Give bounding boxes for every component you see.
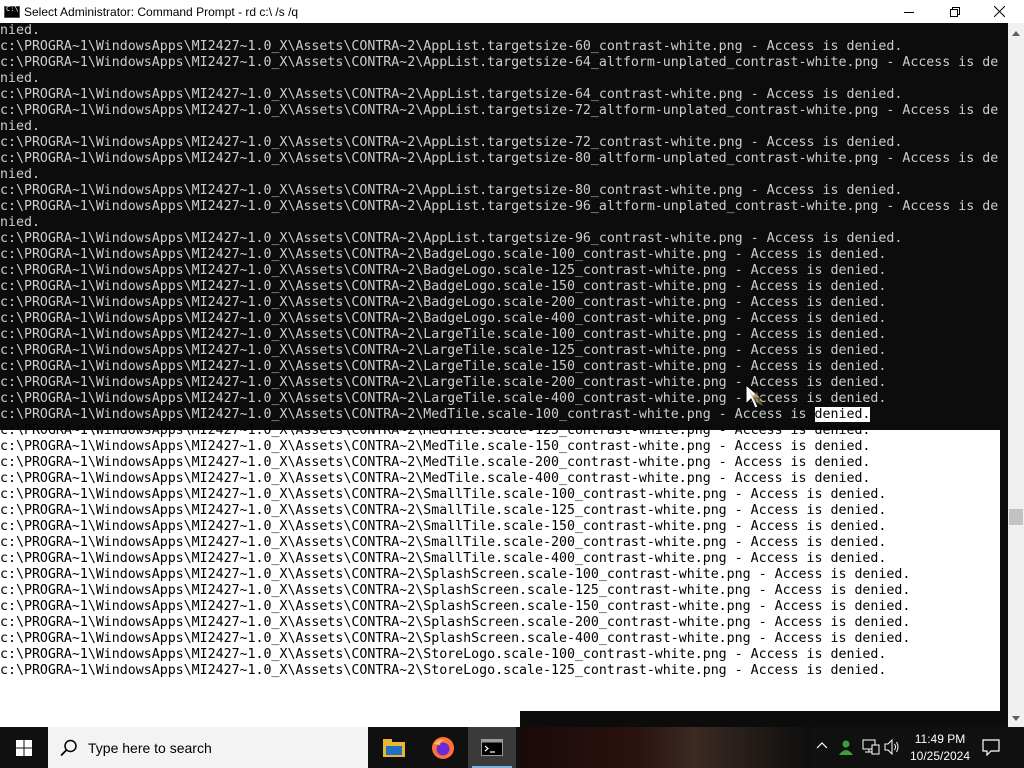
close-icon	[993, 6, 1005, 17]
console-line: nied.	[0, 167, 40, 182]
selected-console-line: c:\PROGRA~1\WindowsApps\MI2427~1.0_X\Ass…	[0, 647, 887, 662]
scroll-up-icon[interactable]	[1012, 31, 1020, 36]
command-prompt-icon	[481, 739, 503, 756]
chevron-up-icon[interactable]	[816, 741, 828, 749]
console-line: c:\PROGRA~1\WindowsApps\MI2427~1.0_X\Ass…	[0, 263, 887, 278]
user-status-icon[interactable]	[838, 739, 854, 755]
taskbar-file-explorer[interactable]	[370, 727, 418, 768]
taskbar-search-box[interactable]: Type here to search	[48, 727, 368, 768]
text-selection	[0, 703, 520, 727]
console-line: c:\PROGRA~1\WindowsApps\MI2427~1.0_X\Ass…	[0, 407, 1008, 423]
selected-console-line: c:\PROGRA~1\WindowsApps\MI2427~1.0_X\Ass…	[0, 519, 887, 534]
console-line: c:\PROGRA~1\WindowsApps\MI2427~1.0_X\Ass…	[0, 199, 999, 214]
console-line: c:\PROGRA~1\WindowsApps\MI2427~1.0_X\Ass…	[0, 279, 887, 294]
console-line: nied.	[0, 71, 40, 86]
selected-console-line: c:\PROGRA~1\WindowsApps\MI2427~1.0_X\Ass…	[0, 615, 911, 630]
console-line: c:\PROGRA~1\WindowsApps\MI2427~1.0_X\Ass…	[0, 231, 903, 246]
restore-icon	[950, 6, 960, 17]
selected-console-line: c:\PROGRA~1\WindowsApps\MI2427~1.0_X\Ass…	[0, 455, 871, 470]
console-line: nied.	[0, 215, 40, 230]
minimize-icon	[904, 11, 914, 13]
window-title: Select Administrator: Command Prompt - r…	[24, 4, 299, 19]
selected-console-line: c:\PROGRA~1\WindowsApps\MI2427~1.0_X\Ass…	[0, 471, 871, 486]
minimize-button[interactable]	[886, 0, 932, 23]
taskbar-command-prompt[interactable]	[468, 727, 516, 768]
console-line: c:\PROGRA~1\WindowsApps\MI2427~1.0_X\Ass…	[0, 103, 999, 118]
selected-console-line: c:\PROGRA~1\WindowsApps\MI2427~1.0_X\Ass…	[0, 631, 911, 646]
network-icon[interactable]	[862, 739, 880, 755]
taskbar-firefox[interactable]	[419, 727, 467, 768]
console-line: c:\PROGRA~1\WindowsApps\MI2427~1.0_X\Ass…	[0, 39, 903, 54]
selected-console-line: c:\PROGRA~1\WindowsApps\MI2427~1.0_X\Ass…	[0, 663, 887, 678]
maximize-button[interactable]	[932, 0, 978, 23]
selected-text: denied.	[814, 407, 871, 422]
console-line: c:\PROGRA~1\WindowsApps\MI2427~1.0_X\Ass…	[0, 327, 887, 342]
window-titlebar[interactable]: Select Administrator: Command Prompt - r…	[0, 0, 1024, 23]
command-prompt-icon	[4, 5, 20, 18]
console-line: c:\PROGRA~1\WindowsApps\MI2427~1.0_X\Ass…	[0, 295, 887, 310]
search-icon	[60, 739, 77, 756]
console-line: c:\PROGRA~1\WindowsApps\MI2427~1.0_X\Ass…	[0, 311, 887, 326]
console-output[interactable]: nied. c:\PROGRA~1\WindowsApps\MI2427~1.0_…	[0, 23, 1008, 713]
console-line: c:\PROGRA~1\WindowsApps\MI2427~1.0_X\Ass…	[0, 391, 887, 406]
search-placeholder: Type here to search	[88, 739, 212, 756]
selected-console-line: c:\PROGRA~1\WindowsApps\MI2427~1.0_X\Ass…	[0, 599, 911, 614]
console-line: c:\PROGRA~1\WindowsApps\MI2427~1.0_X\Ass…	[0, 55, 999, 70]
desktop-wallpaper	[520, 727, 810, 768]
scrollbar-thumb[interactable]	[1009, 509, 1023, 525]
console-line-text: c:\PROGRA~1\WindowsApps\MI2427~1.0_X\Ass…	[0, 407, 815, 422]
console-line: c:\PROGRA~1\WindowsApps\MI2427~1.0_X\Ass…	[0, 375, 887, 390]
console-lines: nied. c:\PROGRA~1\WindowsApps\MI2427~1.0_…	[0, 23, 1008, 679]
console-line: c:\PROGRA~1\WindowsApps\MI2427~1.0_X\Ass…	[0, 151, 999, 166]
console-line: nied.	[0, 119, 40, 134]
volume-icon[interactable]	[884, 739, 900, 755]
console-line: c:\PROGRA~1\WindowsApps\MI2427~1.0_X\Ass…	[0, 343, 887, 358]
console-line: c:\PROGRA~1\WindowsApps\MI2427~1.0_X\Ass…	[0, 247, 887, 262]
close-button[interactable]	[976, 0, 1022, 23]
console-line: c:\PROGRA~1\WindowsApps\MI2427~1.0_X\Ass…	[0, 359, 887, 374]
selected-console-line: c:\PROGRA~1\WindowsApps\MI2427~1.0_X\Ass…	[0, 535, 887, 550]
mouse-pointer-icon	[745, 384, 763, 409]
selected-console-line: c:\PROGRA~1\WindowsApps\MI2427~1.0_X\Ass…	[0, 583, 911, 598]
selected-console-line: c:\PROGRA~1\WindowsApps\MI2427~1.0_X\Ass…	[0, 423, 871, 438]
start-button[interactable]	[0, 727, 48, 768]
windows-logo-icon	[16, 739, 32, 756]
selected-console-line: c:\PROGRA~1\WindowsApps\MI2427~1.0_X\Ass…	[0, 567, 911, 582]
clock-date: 10/25/2024	[909, 749, 971, 763]
taskbar-clock[interactable]: 11:49 PM 10/25/2024	[900, 731, 980, 765]
selected-console-line: c:\PROGRA~1\WindowsApps\MI2427~1.0_X\Ass…	[0, 487, 887, 502]
taskbar: Type here to search 11:49 PM 10/25/2024	[0, 727, 1024, 768]
console-line: nied.	[0, 23, 40, 38]
console-line: c:\PROGRA~1\WindowsApps\MI2427~1.0_X\Ass…	[0, 87, 903, 102]
console-line: c:\PROGRA~1\WindowsApps\MI2427~1.0_X\Ass…	[0, 135, 903, 150]
console-line: c:\PROGRA~1\WindowsApps\MI2427~1.0_X\Ass…	[0, 183, 903, 198]
scroll-down-icon[interactable]	[1012, 716, 1020, 721]
clock-time: 11:49 PM	[914, 732, 966, 746]
file-explorer-icon	[383, 738, 405, 757]
notification-icon[interactable]	[982, 739, 1000, 756]
selected-console-line: c:\PROGRA~1\WindowsApps\MI2427~1.0_X\Ass…	[0, 503, 887, 518]
firefox-icon	[432, 736, 454, 759]
console-background	[520, 711, 1008, 727]
selected-console-line: c:\PROGRA~1\WindowsApps\MI2427~1.0_X\Ass…	[0, 551, 887, 566]
vertical-scrollbar[interactable]	[1008, 23, 1024, 727]
selected-console-line: c:\PROGRA~1\WindowsApps\MI2427~1.0_X\Ass…	[0, 439, 871, 454]
